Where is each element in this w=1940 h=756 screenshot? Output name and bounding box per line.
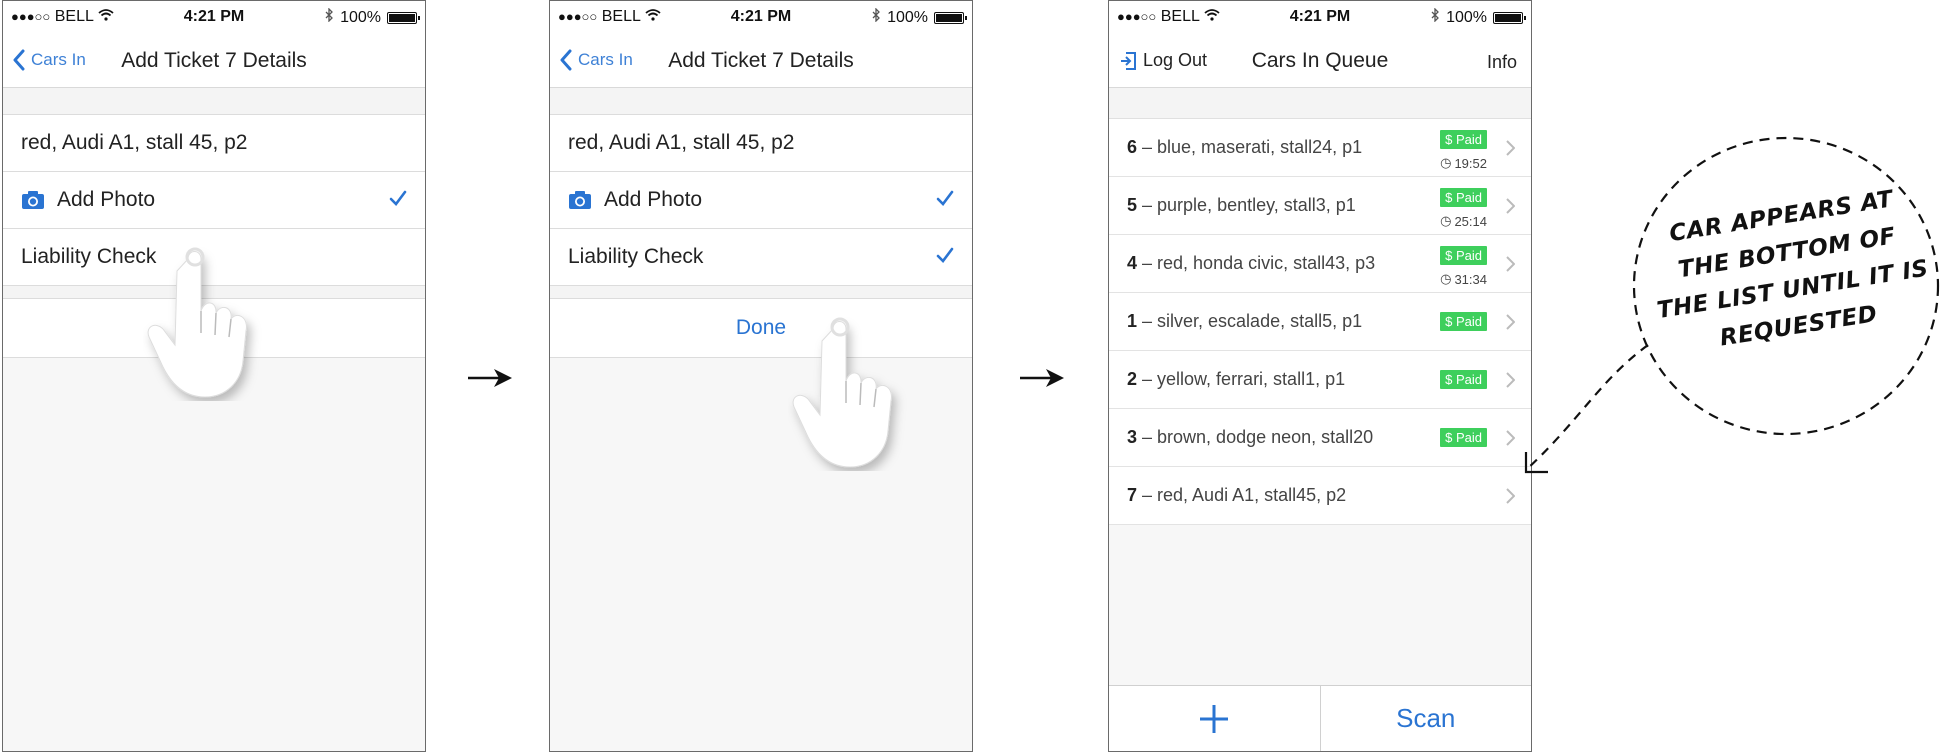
tab-bar: Scan — [1109, 685, 1531, 751]
queue-row[interactable]: 6– blue, maserati, stall24, p1 $ Paid ◷ 1… — [1109, 119, 1531, 177]
info-button[interactable]: Info — [1487, 52, 1517, 73]
ticket-summary-row: red, Audi A1, stall 45, p2 — [3, 115, 425, 172]
clock-icon: ◷ — [1440, 155, 1452, 170]
queue-row[interactable]: 1– silver, escalade, stall5, p1 $ Paid — [1109, 293, 1531, 351]
status-bar: ●●●○○ BELL 4:21 PM 100% — [3, 1, 425, 35]
nav-bar: Log Out Cars In Queue Info — [1109, 35, 1531, 88]
paid-badge: $ Paid — [1440, 188, 1487, 207]
arrow-right-icon — [1020, 369, 1064, 387]
page-title: Add Ticket 7 Details — [668, 49, 854, 72]
page-title: Add Ticket 7 Details — [121, 49, 307, 72]
nav-bar: Cars In Add Ticket 7 Details — [3, 35, 425, 88]
phone-screen-add-ticket-2: ●●●○○ BELL 4:21 PM 100% Cars In Add Tick… — [549, 0, 973, 752]
status-bar: ●●●○○ BELL 4:21 PM 100% — [1109, 1, 1531, 35]
queue-row[interactable]: 2– yellow, ferrari, stall1, p1 $ Paid — [1109, 351, 1531, 409]
paid-badge: $ Paid — [1440, 312, 1487, 331]
arrow-right-icon — [468, 369, 512, 387]
add-photo-label: Add Photo — [604, 188, 703, 211]
paid-badge: $ Paid — [1440, 246, 1487, 265]
chevron-right-icon — [1506, 488, 1515, 504]
add-ticket-button[interactable] — [1109, 686, 1320, 751]
queue-row[interactable]: 5– purple, bentley, stall3, p1 $ Paid ◷ 2… — [1109, 177, 1531, 235]
done-button-loading[interactable] — [3, 299, 425, 358]
queue-row[interactable]: 3– brown, dodge neon, stall20 $ Paid — [1109, 409, 1531, 467]
camera-icon — [568, 190, 592, 210]
liability-check-label: Liability Check — [21, 245, 157, 268]
clock-icon: ◷ — [1440, 213, 1452, 228]
queue-row-new-car[interactable]: 7– red, Audi A1, stall45, p2 — [1109, 467, 1531, 525]
battery-icon — [934, 11, 967, 24]
spinner-icon — [193, 315, 211, 373]
liability-check-label: Liability Check — [568, 245, 704, 268]
checkmark-icon — [936, 245, 954, 269]
add-photo-row[interactable]: Add Photo — [3, 172, 425, 229]
nav-bar: Cars In Add Ticket 7 Details — [550, 35, 972, 88]
battery-percent: 100% — [340, 8, 381, 26]
queue-row[interactable]: 4– red, honda civic, stall43, p3 $ Paid … — [1109, 235, 1531, 293]
battery-percent: 100% — [1446, 8, 1487, 26]
plus-icon — [1200, 704, 1229, 733]
add-photo-label: Add Photo — [57, 188, 156, 211]
add-photo-row[interactable]: Add Photo — [550, 172, 972, 229]
battery-icon — [1493, 11, 1526, 24]
phone-screen-add-ticket-1: ●●●○○ BELL 4:21 PM 100% Cars In Add Tick… — [2, 0, 426, 752]
paid-badge: $ Paid — [1440, 370, 1487, 389]
liability-check-row[interactable]: Liability Check — [3, 229, 425, 286]
camera-icon — [21, 190, 45, 210]
checkmark-icon — [389, 188, 407, 212]
timer-value: 31:34 — [1454, 271, 1487, 287]
paid-badge: $ Paid — [1440, 130, 1487, 149]
page-title: Cars In Queue — [1251, 49, 1389, 72]
bluetooth-icon — [872, 7, 881, 27]
done-button[interactable]: Done — [550, 299, 972, 358]
phone-screen-cars-in-queue: ●●●○○ BELL 4:21 PM 100% Log Out Cars In … — [1108, 0, 1532, 752]
clock-icon: ◷ — [1440, 271, 1452, 286]
checkmark-icon — [936, 188, 954, 212]
status-bar: ●●●○○ BELL 4:21 PM 100% — [550, 1, 972, 35]
bluetooth-icon — [325, 7, 334, 27]
timer-value: 19:52 — [1454, 155, 1487, 171]
battery-icon — [387, 11, 420, 24]
bluetooth-icon — [1431, 7, 1440, 27]
liability-check-row[interactable]: Liability Check — [550, 229, 972, 286]
paid-badge: $ Paid — [1440, 428, 1487, 447]
scan-button[interactable]: Scan — [1319, 686, 1532, 751]
timer-value: 25:14 — [1454, 213, 1487, 229]
ticket-summary-row: red, Audi A1, stall 45, p2 — [550, 115, 972, 172]
battery-percent: 100% — [887, 8, 928, 26]
